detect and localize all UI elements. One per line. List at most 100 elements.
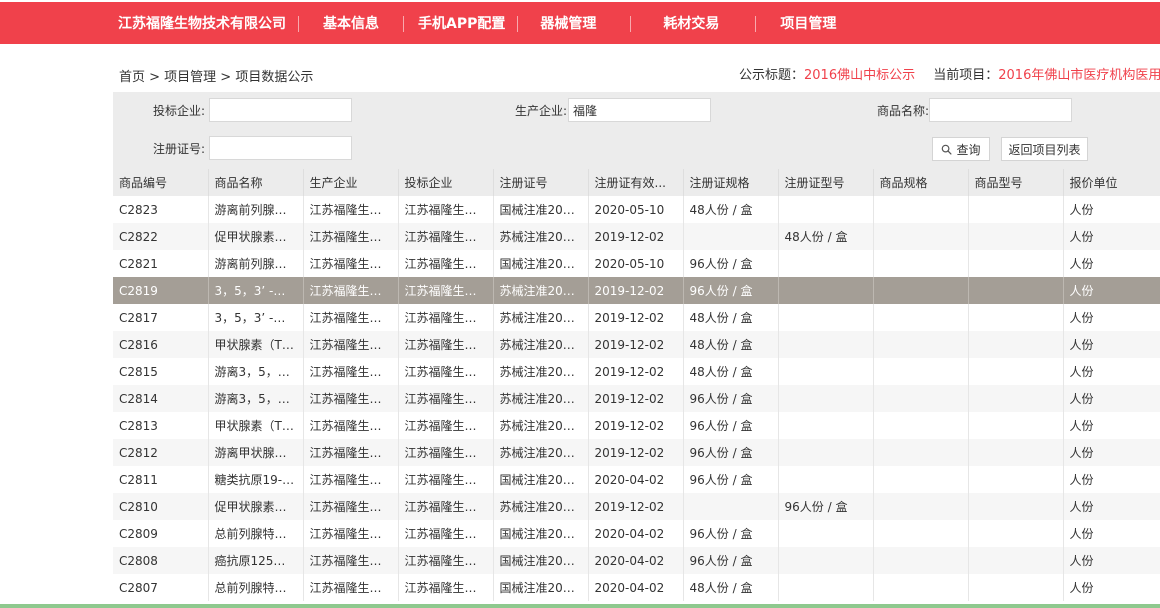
table-row[interactable]: C2817 3，5，3’ -三... 江苏福隆生物... 江苏福隆生物... 苏械注准2…: [113, 304, 1160, 331]
table-row[interactable]: C2821 游离前列腺特... 江苏福隆生物... 江苏福隆生物... 国械注准2015…: [113, 250, 1160, 277]
product-name-input[interactable]: [929, 98, 1072, 122]
table-cell: 糖类抗原19-9...: [208, 466, 304, 493]
bid-company-label: 投标企业:: [153, 104, 206, 118]
table-cell: [968, 466, 1064, 493]
main-nav: 江苏福隆生物技术有限公司 基本信息 手机APP配置 器械管理 耗材交易 项目管理: [118, 2, 836, 46]
table-cell: 96人份 / 盒: [683, 412, 779, 439]
table-cell: C2809: [113, 520, 209, 547]
table-cell: [873, 466, 969, 493]
table-cell: 苏械注准2014...: [493, 358, 589, 385]
nav-project-management[interactable]: 项目管理: [780, 2, 836, 46]
table-row[interactable]: C2823 游离前列腺特... 江苏福隆生物... 江苏福隆生物... 国械注准2015…: [113, 196, 1160, 223]
table-row[interactable]: C2822 促甲状腺素（T... 江苏福隆生物... 江苏福隆生物... 苏械注准201…: [113, 223, 1160, 250]
column-header[interactable]: 投标企业: [398, 169, 494, 196]
table-cell: 人份: [1063, 223, 1160, 250]
table-cell: 江苏福隆生物...: [398, 466, 494, 493]
table-cell: 2019-12-02: [588, 223, 684, 250]
table-row[interactable]: C2808 癌抗原125（C... 江苏福隆生物... 江苏福隆生物... 国械注准20…: [113, 547, 1160, 574]
table-cell: 人份: [1063, 412, 1160, 439]
table-cell: [778, 304, 874, 331]
table-cell: C2808: [113, 547, 209, 574]
table-cell: 人份: [1063, 331, 1160, 358]
table-cell: 96人份 / 盒: [683, 277, 779, 304]
back-to-project-list-button[interactable]: 返回项目列表: [1001, 137, 1088, 161]
table-cell: 江苏福隆生物...: [398, 331, 494, 358]
table-row[interactable]: C2809 总前列腺特异... 江苏福隆生物... 江苏福隆生物... 国械注准2015…: [113, 520, 1160, 547]
table-cell: C2811: [113, 466, 209, 493]
table-cell: C2823: [113, 196, 209, 223]
table-cell: 48人份 / 盒: [683, 574, 779, 601]
table-row[interactable]: C2814 游离3，5，3’ ... 江苏福隆生物... 江苏福隆生物... 苏械注准2…: [113, 385, 1160, 412]
notice-title-label: 公示标题：: [739, 68, 805, 83]
table-cell: C2821: [113, 250, 209, 277]
table-row[interactable]: C2807 总前列腺特异... 江苏福隆生物... 江苏福隆生物... 国械注准2015…: [113, 574, 1160, 601]
table-cell: [968, 223, 1064, 250]
table-cell: [778, 277, 874, 304]
table-cell: [873, 223, 969, 250]
current-project-label: 当前项目：: [933, 68, 999, 83]
table-cell: 江苏福隆生物...: [398, 574, 494, 601]
table-row[interactable]: C2819 3，5，3’ -三... 江苏福隆生物... 江苏福隆生物... 苏械注准2…: [113, 277, 1160, 304]
product-table: 商品编号 商品名称 生产企业 投标企业 注册证号 注册证有效... 注册证规格 …: [113, 169, 1160, 601]
table-row[interactable]: C2813 甲状腺素（T4... 江苏福隆生物... 江苏福隆生物... 苏械注准201…: [113, 412, 1160, 439]
column-header[interactable]: 注册证有效...: [588, 169, 684, 196]
table-cell: C2810: [113, 493, 209, 520]
table-cell: [968, 412, 1064, 439]
manufacturer-input[interactable]: [568, 98, 711, 122]
table-cell: 2019-12-02: [588, 385, 684, 412]
table-cell: 人份: [1063, 547, 1160, 574]
table-cell: 苏械注准2014...: [493, 223, 589, 250]
current-project-value: 2016年佛山市医疗机构医用: [998, 68, 1160, 83]
column-header[interactable]: 注册证规格: [683, 169, 779, 196]
table-cell: [778, 331, 874, 358]
query-button[interactable]: 查询: [932, 137, 990, 161]
table-cell: 苏械注准2014...: [493, 304, 589, 331]
column-header[interactable]: 注册证型号: [778, 169, 874, 196]
table-cell: 2019-12-02: [588, 304, 684, 331]
table-cell: 江苏福隆生物...: [398, 412, 494, 439]
table-cell: 江苏福隆生物...: [303, 493, 399, 520]
page-content: 首页 > 项目管理 > 项目数据公示 公示标题：2016佛山中标公示 当前项目：…: [0, 44, 1160, 604]
table-row[interactable]: C2810 促甲状腺素（T... 江苏福隆生物... 江苏福隆生物... 苏械注准201…: [113, 493, 1160, 520]
nav-consumables-trade[interactable]: 耗材交易: [663, 2, 719, 46]
table-cell: 甲状腺素（T4...: [208, 412, 304, 439]
table-cell: [778, 439, 874, 466]
table-cell: 江苏福隆生物...: [398, 493, 494, 520]
table-row[interactable]: C2811 糖类抗原19-9... 江苏福隆生物... 江苏福隆生物... 国械注准20…: [113, 466, 1160, 493]
table-cell: 江苏福隆生物...: [398, 223, 494, 250]
table-cell: 苏械注准2014...: [493, 331, 589, 358]
table-row[interactable]: C2815 游离3，5，3’ ... 江苏福隆生物... 江苏福隆生物... 苏械注准2…: [113, 358, 1160, 385]
column-header[interactable]: 商品型号: [968, 169, 1064, 196]
table-cell: [873, 277, 969, 304]
table-cell: C2819: [113, 277, 209, 304]
column-header[interactable]: 商品规格: [873, 169, 969, 196]
table-cell: 人份: [1063, 574, 1160, 601]
nav-basic-info[interactable]: 基本信息: [323, 2, 379, 46]
table-cell: 江苏福隆生物...: [303, 574, 399, 601]
table-cell: [968, 385, 1064, 412]
table-cell: 促甲状腺素（T...: [208, 493, 304, 520]
nav-app-config[interactable]: 手机APP配置: [418, 2, 505, 46]
table-cell: [968, 358, 1064, 385]
table-cell: C2817: [113, 304, 209, 331]
table-cell: 江苏福隆生物...: [398, 520, 494, 547]
table-cell: [778, 547, 874, 574]
bid-company-input[interactable]: [209, 98, 352, 122]
nav-company[interactable]: 江苏福隆生物技术有限公司: [118, 2, 286, 46]
table-cell: 江苏福隆生物...: [303, 466, 399, 493]
table-cell: 96人份 / 盒: [683, 250, 779, 277]
table-cell: 江苏福隆生物...: [398, 385, 494, 412]
column-header[interactable]: 商品编号: [113, 169, 209, 196]
column-header[interactable]: 商品名称: [208, 169, 304, 196]
table-cell: 2020-04-02: [588, 520, 684, 547]
table-row[interactable]: C2812 游离甲状腺素... 江苏福隆生物... 江苏福隆生物... 苏械注准2014…: [113, 439, 1160, 466]
table-cell: 人份: [1063, 520, 1160, 547]
reg-no-input[interactable]: [209, 136, 352, 160]
table-cell: 国械注准2015...: [493, 520, 589, 547]
table-row[interactable]: C2816 甲状腺素（T4... 江苏福隆生物... 江苏福隆生物... 苏械注准201…: [113, 331, 1160, 358]
column-header[interactable]: 报价单位: [1063, 169, 1160, 196]
column-header[interactable]: 注册证号: [493, 169, 589, 196]
column-header[interactable]: 生产企业: [303, 169, 399, 196]
nav-device-management[interactable]: 器械管理: [540, 2, 596, 46]
table-cell: [968, 547, 1064, 574]
